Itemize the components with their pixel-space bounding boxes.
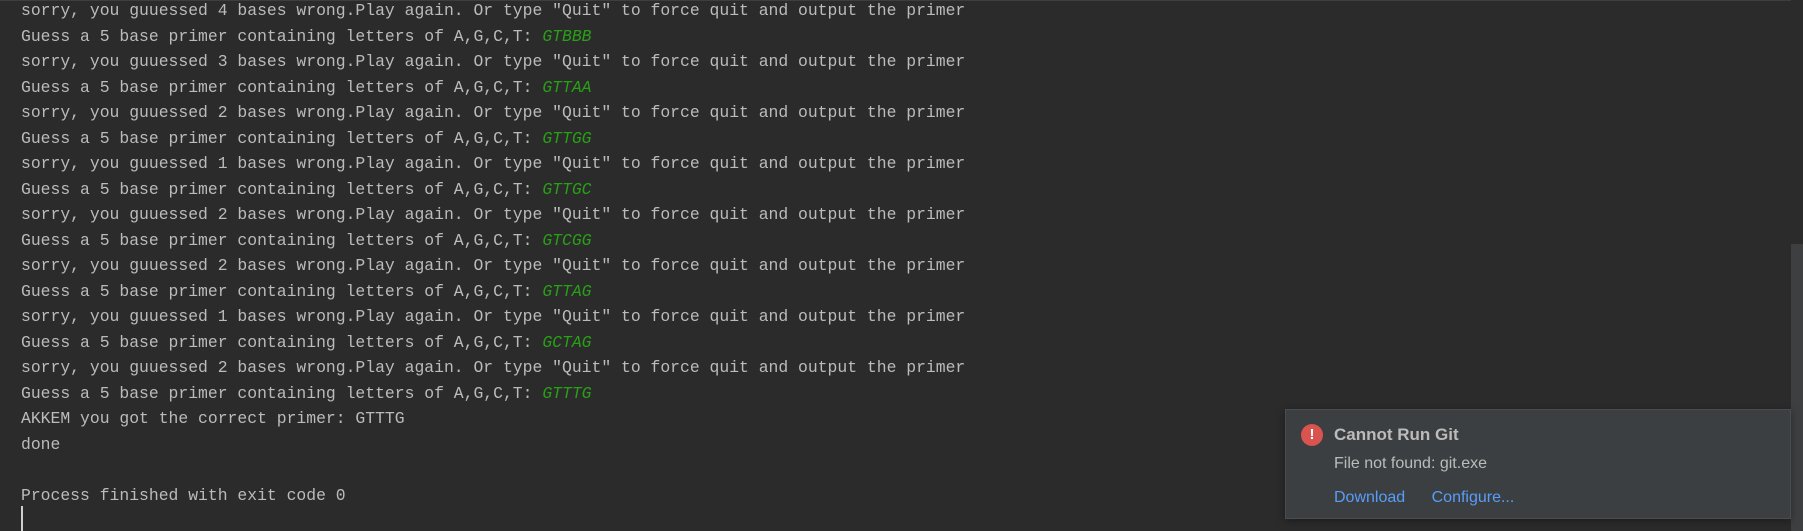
- console-line: Guess a 5 base primer containing letters…: [21, 330, 1803, 356]
- console-line-text: sorry, you guuessed 2 bases wrong.Play a…: [21, 358, 966, 377]
- user-input-text: GTTTG: [542, 383, 592, 403]
- console-line-text: Guess a 5 base primer containing letters…: [21, 128, 543, 148]
- user-input-text: GCTAG: [542, 332, 592, 352]
- console-line-text: sorry, you guuessed 3 bases wrong.Play a…: [21, 52, 966, 71]
- run-console-window: sorry, you guuessed 4 bases wrong.Play a…: [0, 0, 1803, 531]
- console-line-text: Guess a 5 base primer containing letters…: [21, 230, 543, 250]
- user-input-text: GTCGG: [542, 230, 592, 250]
- console-line-text: sorry, you guuessed 1 bases wrong.Play a…: [21, 307, 966, 326]
- console-line-text: Guess a 5 base primer containing letters…: [21, 332, 543, 352]
- console-line: Guess a 5 base primer containing letters…: [21, 279, 1803, 305]
- console-line-text: done: [21, 434, 61, 454]
- text-caret: [21, 506, 23, 531]
- console-line: sorry, you guuessed 2 bases wrong.Play a…: [21, 253, 1803, 279]
- console-line: Guess a 5 base primer containing letters…: [21, 177, 1803, 203]
- console-line: Guess a 5 base primer containing letters…: [21, 75, 1803, 101]
- notification-title: Cannot Run Git: [1334, 425, 1459, 444]
- console-line: sorry, you guuessed 1 bases wrong.Play a…: [21, 151, 1803, 177]
- console-line-text: Guess a 5 base primer containing letters…: [21, 281, 543, 301]
- console-line-text: sorry, you guuessed 1 bases wrong.Play a…: [21, 154, 966, 173]
- console-line: sorry, you guuessed 4 bases wrong.Play a…: [21, 0, 1803, 24]
- console-line-text: Guess a 5 base primer containing letters…: [21, 179, 543, 199]
- console-line-text: Guess a 5 base primer containing letters…: [21, 26, 543, 46]
- console-line: Guess a 5 base primer containing letters…: [21, 24, 1803, 50]
- console-line: Guess a 5 base primer containing letters…: [21, 228, 1803, 254]
- user-input-text: GTTAA: [542, 77, 592, 97]
- console-line-text: AKKEM you got the correct primer: GTTTG: [21, 409, 405, 428]
- configure-link[interactable]: Configure...: [1432, 489, 1515, 506]
- console-line: sorry, you guuessed 2 bases wrong.Play a…: [21, 202, 1803, 228]
- git-error-notification: ! Cannot Run Git File not found: git.exe…: [1285, 409, 1791, 519]
- user-input-text: GTTGG: [542, 128, 592, 148]
- console-line: sorry, you guuessed 2 bases wrong.Play a…: [21, 100, 1803, 126]
- notification-actions: Download Configure...: [1334, 489, 1536, 507]
- download-link[interactable]: Download: [1334, 489, 1405, 506]
- console-line-text: Guess a 5 base primer containing letters…: [21, 383, 543, 403]
- error-icon: !: [1301, 424, 1323, 446]
- user-input-text: GTTGC: [542, 179, 592, 199]
- notification-message: File not found: git.exe: [1334, 455, 1487, 472]
- console-line: sorry, you guuessed 1 bases wrong.Play a…: [21, 304, 1803, 330]
- scrollbar-track[interactable]: [1791, 0, 1803, 531]
- console-line-text: sorry, you guuessed 2 bases wrong.Play a…: [21, 256, 966, 275]
- console-line-text: Guess a 5 base primer containing letters…: [21, 77, 543, 97]
- console-line-text: sorry, you guuessed 4 bases wrong.Play a…: [21, 1, 966, 20]
- console-line: Guess a 5 base primer containing letters…: [21, 381, 1803, 407]
- console-line: Guess a 5 base primer containing letters…: [21, 126, 1803, 152]
- user-input-text: GTBBB: [542, 26, 592, 46]
- scrollbar-thumb[interactable]: [1791, 244, 1803, 531]
- console-line-text: sorry, you guuessed 2 bases wrong.Play a…: [21, 103, 966, 122]
- user-input-text: GTTAG: [542, 281, 592, 301]
- console-line: sorry, you guuessed 3 bases wrong.Play a…: [21, 49, 1803, 75]
- console-line-text: sorry, you guuessed 2 bases wrong.Play a…: [21, 205, 966, 224]
- console-line-text: Process finished with exit code 0: [21, 485, 346, 505]
- console-line: sorry, you guuessed 2 bases wrong.Play a…: [21, 355, 1803, 381]
